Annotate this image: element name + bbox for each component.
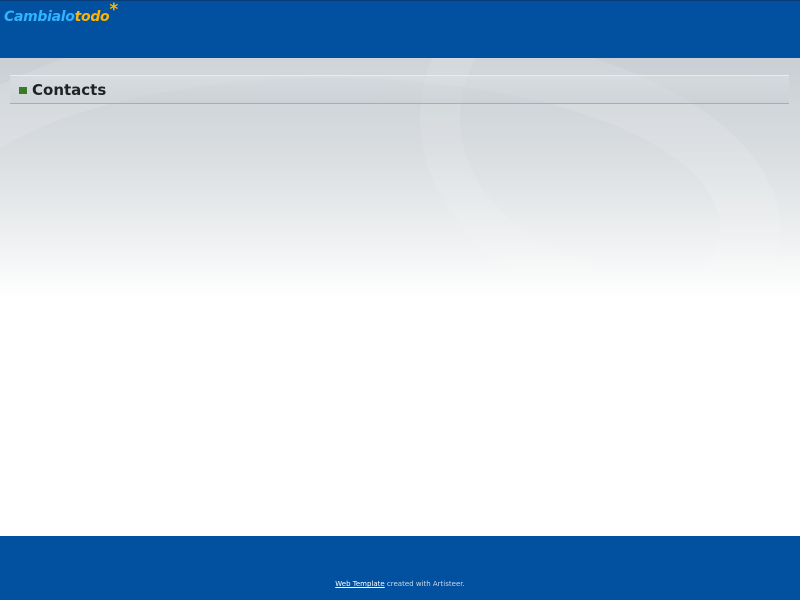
page-title: Contacts [32,81,107,99]
square-bullet-icon [19,87,27,94]
logo-text-todo: todo [74,9,110,25]
footer-credit-text: created with Artisteer. [384,580,465,588]
site-header: Cambialotodo* [0,0,800,58]
site-logo[interactable]: Cambialotodo* [4,0,118,28]
logo-text-cambialo: Cambialo [4,9,75,25]
page-title-bar: Contacts [10,75,789,104]
web-template-link[interactable]: Web Template [335,580,384,588]
site-footer: Web Template created with Artisteer. [0,536,800,600]
main-content: Contacts [0,58,800,536]
footer-credit: Web Template created with Artisteer. [0,580,800,588]
logo-star-icon: * [109,0,118,20]
